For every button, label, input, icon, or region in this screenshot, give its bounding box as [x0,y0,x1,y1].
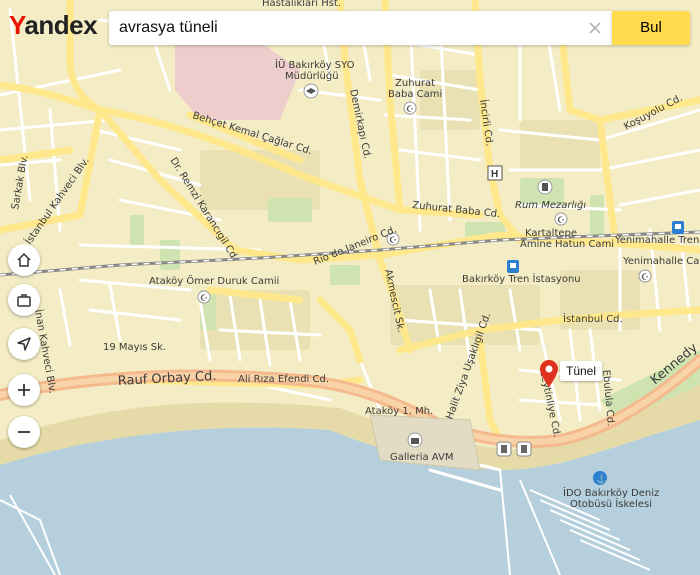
cemetery-icon [537,179,553,195]
search-button[interactable]: Bul [612,11,690,45]
close-icon [589,22,601,34]
mosque-icon: ☪ [403,101,417,115]
label-zuhurat-cami-2: Baba Cami [388,89,442,100]
zoom-in-icon [18,384,30,396]
home-button[interactable] [8,244,40,276]
svg-text:H: H [491,169,498,180]
label-yenimahalle-tren: Yenimahalle Tren İs. [614,233,700,246]
shopping-icon [407,432,423,448]
zoom-in-button[interactable] [8,374,40,406]
label-atakoy-mah: Ataköy 1. Mh. [365,406,433,417]
train-station-icon [672,221,684,234]
mosque-icon: ☪ [554,212,568,226]
locate-button[interactable] [8,328,40,360]
label-atakoy-omer: Ataköy Ömer Duruk Camii [149,274,279,287]
school-icon [303,83,319,99]
label-hastalik: Hastalıkları Hst. [262,0,341,9]
svg-text:☪: ☪ [406,104,414,114]
train-station-icon [507,260,519,273]
label-yenimahalle-cami: Yenimahalle Cami [622,256,700,267]
label-zuhurat-cami-1: Zuhurat [395,78,435,89]
zoom-out-icon [18,431,30,433]
locate-icon [17,337,31,351]
svg-text:☪: ☪ [557,215,565,225]
label-iu-syo-1: İÜ Bakırköy SYO [275,58,355,71]
briefcase-icon [17,294,31,307]
search-input[interactable] [119,17,574,39]
logo-text: andex [24,10,98,40]
mosque-icon: ☪ [638,269,652,283]
label-rum-mezarligi: Rum Mezarlığı [515,200,586,211]
label-iu-syo-2: Müdürlüğü [285,70,339,82]
fuel-icon [496,441,512,457]
search-bar [109,11,612,45]
label-galleria: Galleria AVM [390,452,453,463]
briefcase-button[interactable] [8,284,40,316]
svg-text:☪: ☪ [200,293,208,303]
clear-search-button[interactable] [586,19,604,37]
ferry-icon: ⚓ [593,471,607,485]
fuel-icon [516,441,532,457]
label-kartaltepe-2: Amine Hatun Cami [520,239,614,250]
svg-text:⚓: ⚓ [596,473,607,484]
label-kartaltepe-1: Kartaltepe [525,228,577,239]
hospital-icon: H [487,165,503,181]
label-ido-1: İDO Bakırköy Deniz [563,486,659,499]
pin-label[interactable]: Tünel [560,361,603,381]
label-bakirkoy-tren: Bakırköy Tren İstasyonu [462,272,581,285]
label-ido-2: Otobüsü İskelesi [570,497,652,510]
map-canvas[interactable]: ☪ ☪ ☪ ☪ ☪ H ⚓ Hastalıkları Hst. İÜ Bakır… [0,0,700,575]
label-istanbul-cd: İstanbul Cd. [563,312,623,325]
svg-text:☪: ☪ [641,272,649,282]
label-ali-riza: Ali Rıza Efendi Cd. [238,374,329,385]
yandex-logo[interactable]: Yandex [9,10,98,41]
home-icon [17,252,31,267]
zoom-out-button[interactable] [8,416,40,448]
label-19-mayis: 19 Mayıs Sk. [103,342,166,353]
logo-letter: Y [9,10,25,40]
mosque-icon: ☪ [197,290,211,304]
